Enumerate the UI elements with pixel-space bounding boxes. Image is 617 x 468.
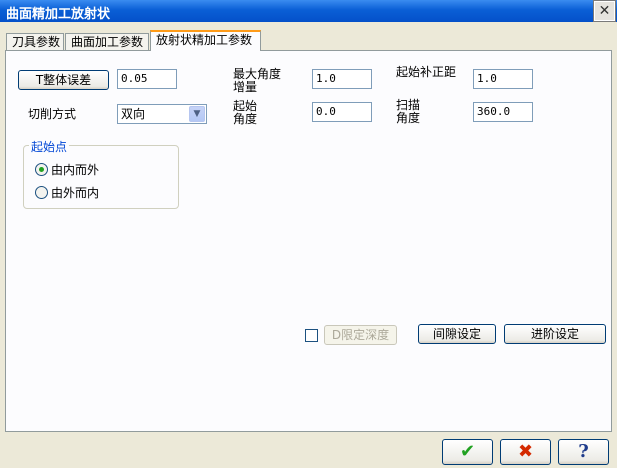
sweep-angle-label: 扫描角度 [396,98,421,125]
title-bar: 曲面精加工放射状 ✕ [0,0,617,22]
start-offset-field[interactable]: 1.0 [473,69,533,89]
radio-inside-out[interactable]: 由内而外 [35,163,99,177]
radio-inside-out-label: 由内而外 [51,163,100,177]
chevron-down-icon[interactable]: ▼ [189,106,205,122]
tab-surface-params[interactable]: 曲面加工参数 [65,33,149,51]
start-offset-label: 起始补正距 [396,65,457,79]
question-mark-icon: ? [578,441,589,462]
advanced-settings-button[interactable]: 进阶设定 [504,324,606,344]
close-icon: ✕ [598,3,611,19]
cut-method-select[interactable]: 双向 ▼ [117,104,207,124]
gap-settings-button[interactable]: 间隙设定 [418,324,496,344]
ok-button[interactable]: ✔ [442,439,493,465]
tab-radial-finish-params[interactable]: 放射状精加工参数 [150,30,261,51]
cut-method-label: 切削方式 [28,107,77,121]
radio-outside-in[interactable]: 由外而内 [35,186,99,200]
max-angle-increment-label: 最大角度增量 [233,67,282,94]
total-tolerance-field[interactable]: 0.05 [117,69,177,89]
start-angle-field[interactable]: 0.0 [312,102,372,122]
radio-checked-icon[interactable] [35,163,48,176]
x-icon: ✖ [517,441,534,462]
tab-tool-params[interactable]: 刀具参数 [6,33,64,51]
max-angle-increment-field[interactable]: 1.0 [312,69,372,89]
limit-depth-button[interactable]: D限定深度 [324,325,397,345]
radio-outside-in-label: 由外而内 [51,186,100,200]
cancel-button[interactable]: ✖ [500,439,551,465]
cut-method-value: 双向 [121,107,146,121]
total-tolerance-button[interactable]: T整体误差 [18,70,109,90]
window-title: 曲面精加工放射状 [6,7,111,22]
help-button[interactable]: ? [558,439,609,465]
close-button[interactable]: ✕ [593,0,616,22]
sweep-angle-field[interactable]: 360.0 [473,102,533,122]
start-angle-label: 起始角度 [233,99,258,126]
start-point-legend: 起始点 [29,138,70,155]
limit-depth-checkbox[interactable] [305,329,318,342]
start-point-group: 起始点 由内而外 由外而内 [23,138,179,209]
radio-unchecked-icon[interactable] [35,186,48,199]
checkmark-icon: ✔ [459,441,476,462]
